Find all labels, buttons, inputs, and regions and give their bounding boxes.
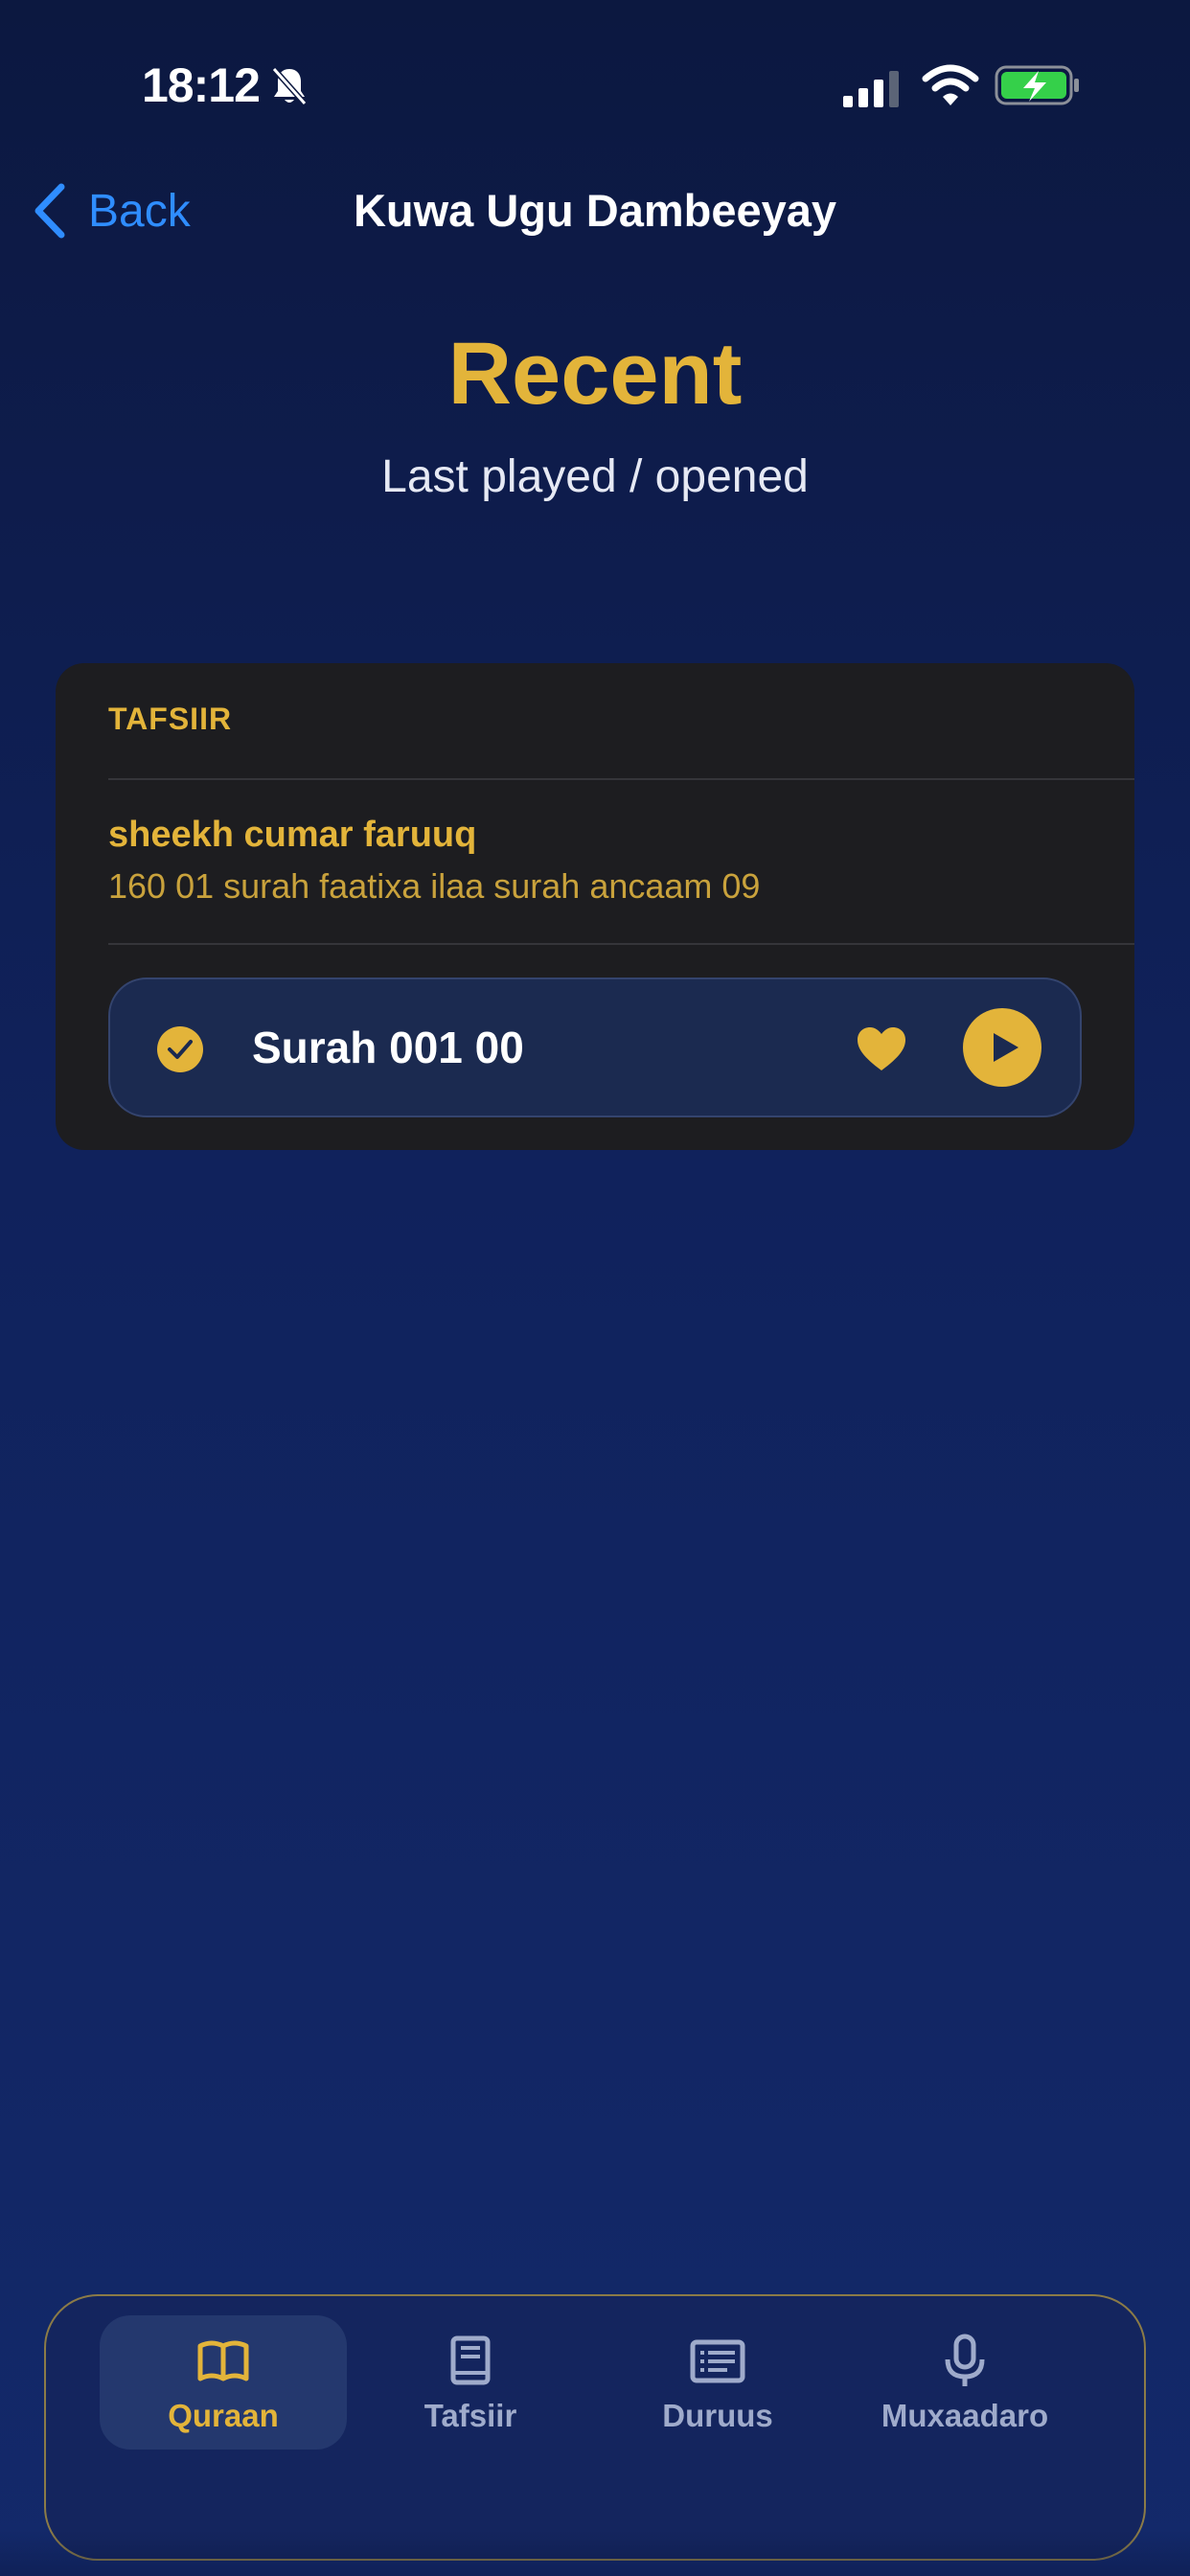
tab-label: Quraan [168, 2398, 279, 2433]
tab-duruus[interactable]: Duruus [594, 2315, 841, 2450]
play-button[interactable] [963, 1008, 1041, 1087]
page-title: Recent [447, 325, 743, 423]
cellular-signal-icon [843, 71, 899, 107]
recent-item-title[interactable]: sheekh cumar faruuq [108, 815, 476, 856]
tab-label: Duruus [662, 2398, 773, 2433]
track-title: Surah 001 00 [252, 1023, 524, 1072]
play-icon [994, 1033, 1018, 1062]
tab-muxaadaro[interactable]: Muxaadaro [841, 2315, 1088, 2450]
heart-icon[interactable] [856, 1025, 907, 1073]
tab-label: Muxaadaro [881, 2398, 1049, 2433]
book-icon [450, 2335, 491, 2385]
wifi-icon [922, 64, 979, 105]
status-bar: 18:12 [0, 0, 1190, 172]
home-indicator-area [0, 2530, 1190, 2576]
battery-charging-icon [995, 65, 1079, 105]
recent-card: TAFSIIR sheekh cumar faruuq 160 01 surah… [56, 663, 1134, 1150]
page-subtitle: Last played / opened [381, 451, 809, 502]
tab-bar: Quraan Tafsiir Duruus Muxaadaro [44, 2294, 1146, 2561]
nav-title: Kuwa Ugu Dambeeyay [353, 185, 837, 236]
status-time: 18:12 [142, 58, 261, 112]
check-circle-icon [157, 1026, 203, 1072]
recent-item-subtitle[interactable]: 160 01 surah faatixa ilaa surah ancaam 0… [108, 866, 760, 907]
list-doc-icon [690, 2339, 745, 2383]
divider [108, 943, 1134, 945]
bell-slash-icon [271, 67, 308, 105]
track-row[interactable]: Surah 001 00 [108, 978, 1082, 1117]
tab-tafsiir[interactable]: Tafsiir [347, 2315, 594, 2450]
divider [108, 778, 1134, 780]
tab-label: Tafsiir [423, 2398, 517, 2433]
book-open-icon [197, 2340, 249, 2381]
section-label: TAFSIIR [108, 702, 233, 736]
tab-quraan[interactable]: Quraan [100, 2315, 347, 2450]
microphone-icon [945, 2334, 985, 2386]
